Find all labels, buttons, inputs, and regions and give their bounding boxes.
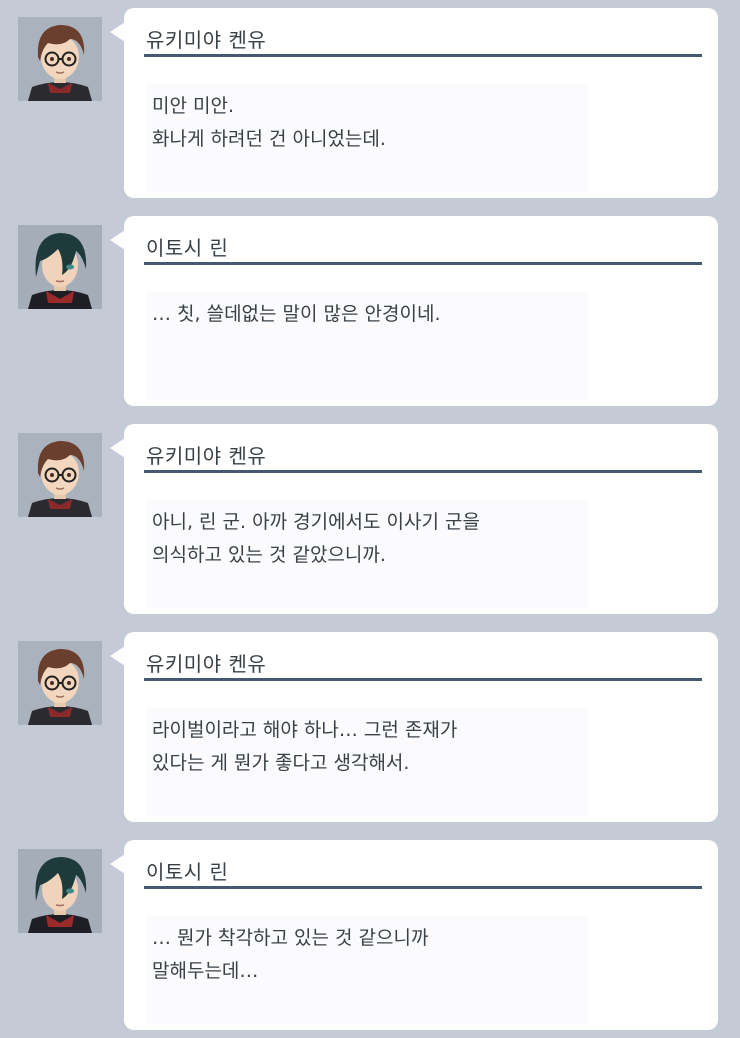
message-bubble: 이토시 린 … 뭔가 착각하고 있는 것 같으니까 말해두는데… bbox=[110, 840, 718, 1030]
name-divider bbox=[144, 262, 702, 265]
rin-avatar-icon[interactable] bbox=[18, 225, 102, 309]
message-text: … 칫, 쓸데없는 말이 많은 안경이네. bbox=[146, 292, 588, 400]
rin-portrait-icon bbox=[18, 849, 102, 933]
bubble-tail bbox=[110, 22, 125, 42]
kenyu-glasses-portrait-icon bbox=[18, 433, 102, 517]
kenyu-glasses-portrait-icon bbox=[18, 17, 102, 101]
speaker-name: 유키미야 켄유 bbox=[146, 28, 267, 52]
message-text: 미안 미안. 화나게 하려던 건 아니었는데. bbox=[146, 84, 588, 192]
bubble-tail bbox=[110, 438, 125, 458]
speaker-name: 이토시 린 bbox=[146, 236, 229, 260]
name-divider bbox=[144, 678, 702, 681]
chat-log: 유키미야 켄유 미안 미안. 화나게 하려던 건 아니었는데. 이토시 린 … … bbox=[0, 0, 740, 1038]
kenyu-glasses-portrait-icon bbox=[18, 641, 102, 725]
message-bubble: 유키미야 켄유 아니, 린 군. 아까 경기에서도 이사기 군을 의식하고 있는… bbox=[110, 424, 718, 614]
message-line: 의식하고 있는 것 같았으니까. bbox=[152, 544, 386, 566]
speaker-name: 유키미야 켄유 bbox=[146, 444, 267, 468]
speaker-name: 유키미야 켄유 bbox=[146, 652, 267, 676]
bubble-tail bbox=[110, 646, 125, 666]
rin-portrait-icon bbox=[18, 225, 102, 309]
kenyu-avatar-icon[interactable] bbox=[18, 433, 102, 517]
rin-avatar-icon[interactable] bbox=[18, 849, 102, 933]
message-line: 화나게 하려던 건 아니었는데. bbox=[152, 128, 386, 150]
kenyu-avatar-icon[interactable] bbox=[18, 17, 102, 101]
message-line: … 뭔가 착각하고 있는 것 같으니까 bbox=[152, 927, 429, 949]
bubble-tail bbox=[110, 854, 125, 874]
message-bubble: 유키미야 켄유 미안 미안. 화나게 하려던 건 아니었는데. bbox=[110, 8, 718, 198]
kenyu-avatar-icon[interactable] bbox=[18, 641, 102, 725]
message-bubble: 이토시 린 … 칫, 쓸데없는 말이 많은 안경이네. bbox=[110, 216, 718, 406]
message-text: 라이벌이라고 해야 하나… 그런 존재가 있다는 게 뭔가 좋다고 생각해서. bbox=[146, 708, 588, 816]
message-line: 있다는 게 뭔가 좋다고 생각해서. bbox=[152, 752, 410, 774]
chat-message: 유키미야 켄유 라이벌이라고 해야 하나… 그런 존재가 있다는 게 뭔가 좋다… bbox=[0, 632, 740, 822]
message-line: … 칫, 쓸데없는 말이 많은 안경이네. bbox=[152, 303, 441, 325]
message-line: 말해두는데… bbox=[152, 960, 259, 982]
message-line: 아니, 린 군. 아까 경기에서도 이사기 군을 bbox=[152, 511, 480, 533]
message-bubble: 유키미야 켄유 라이벌이라고 해야 하나… 그런 존재가 있다는 게 뭔가 좋다… bbox=[110, 632, 718, 822]
chat-message: 이토시 린 … 칫, 쓸데없는 말이 많은 안경이네. bbox=[0, 216, 740, 406]
message-text: … 뭔가 착각하고 있는 것 같으니까 말해두는데… bbox=[146, 916, 588, 1024]
message-line: 미안 미안. bbox=[152, 95, 234, 117]
name-divider bbox=[144, 470, 702, 473]
chat-message: 유키미야 켄유 미안 미안. 화나게 하려던 건 아니었는데. bbox=[0, 8, 740, 198]
message-text: 아니, 린 군. 아까 경기에서도 이사기 군을 의식하고 있는 것 같았으니까… bbox=[146, 500, 588, 608]
chat-message: 유키미야 켄유 아니, 린 군. 아까 경기에서도 이사기 군을 의식하고 있는… bbox=[0, 424, 740, 614]
name-divider bbox=[144, 54, 702, 57]
message-line: 라이벌이라고 해야 하나… 그런 존재가 bbox=[152, 719, 458, 741]
name-divider bbox=[144, 886, 702, 889]
bubble-tail bbox=[110, 230, 125, 250]
chat-message: 이토시 린 … 뭔가 착각하고 있는 것 같으니까 말해두는데… bbox=[0, 840, 740, 1030]
speaker-name: 이토시 린 bbox=[146, 860, 229, 884]
